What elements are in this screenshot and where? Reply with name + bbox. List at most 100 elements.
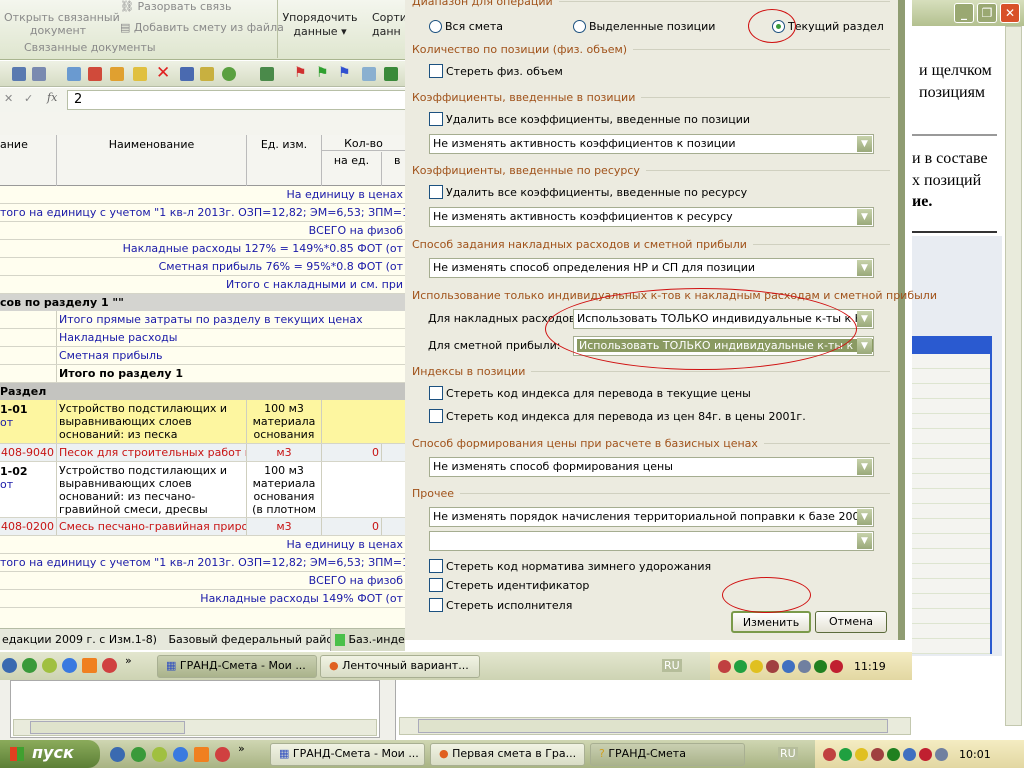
chevron-down-icon[interactable]: ▼: [857, 260, 872, 276]
app-icon[interactable]: [131, 747, 146, 762]
checkbox-erase-index-84[interactable]: Стереть код индекса для перевода из цен …: [429, 409, 806, 423]
table-row[interactable]: того на единицу с учетом "1 кв-л 2013г. …: [0, 204, 405, 222]
break-link-button[interactable]: ⛓ Разорвать связь: [120, 0, 232, 13]
open-linked-document-button[interactable]: Открыть связанный документ: [4, 11, 120, 37]
sort-button[interactable]: Сорти данн: [372, 11, 407, 39]
table-row[interactable]: Накладные расходы: [0, 329, 405, 347]
select-other[interactable]: ▼: [429, 531, 874, 551]
tray-icon[interactable]: [734, 659, 747, 673]
odnoklassniki-icon[interactable]: [194, 747, 209, 762]
table-row-item[interactable]: 1-02 от Устройство подстилающих и выравни…: [0, 462, 405, 518]
tray-icon[interactable]: [935, 747, 948, 761]
red-flag-icon[interactable]: ⚑: [294, 65, 307, 81]
task-firefox[interactable]: ● Ленточный вариант...: [320, 655, 480, 678]
tray-icon[interactable]: [798, 659, 811, 673]
binoculars-icon[interactable]: [12, 67, 26, 81]
select-nr-method[interactable]: Не изменять способ определения НР и СП д…: [429, 258, 874, 278]
checkbox-delete-res-coef[interactable]: Удалить все коэффициенты, введенные по р…: [429, 185, 747, 199]
table-row[interactable]: Сметная прибыль 76% = 95%*0.8 ФОТ (от: [0, 258, 405, 276]
app-icon[interactable]: [152, 747, 167, 762]
table-row[interactable]: ВСЕГО на физоб: [0, 572, 405, 590]
table-row-item[interactable]: 1-01 от Устройство подстилающих и выравни…: [0, 400, 405, 444]
function-icon[interactable]: fx: [47, 91, 57, 104]
add-estimate-from-file-button[interactable]: ▤ Добавить смету из файла: [120, 21, 284, 34]
green-flag-icon[interactable]: ⚑: [316, 65, 329, 81]
globe-icon[interactable]: [362, 67, 376, 81]
start-button[interactable]: пуск: [0, 740, 100, 768]
table-row[interactable]: Сметная прибыль: [0, 347, 405, 365]
chevron-down-icon[interactable]: ▼: [857, 533, 872, 549]
remove-row-icon[interactable]: [88, 67, 102, 81]
minimize-button[interactable]: _: [954, 3, 974, 23]
app-icon[interactable]: [110, 747, 125, 762]
select-res-coef[interactable]: Не изменять активность коэффициентов к р…: [429, 207, 874, 227]
vertical-scrollbar[interactable]: [1005, 26, 1022, 726]
close-button[interactable]: ✕: [1000, 3, 1020, 23]
table-row[interactable]: Итого по разделу 1: [0, 365, 405, 383]
language-indicator[interactable]: RU: [662, 659, 682, 672]
checkbox-erase-index-current[interactable]: Стереть код индекса для перевода в текущ…: [429, 386, 751, 400]
more-chevron-icon[interactable]: »: [238, 742, 245, 755]
folder-up-icon[interactable]: [200, 67, 214, 81]
odnoklassniki-icon[interactable]: [82, 658, 97, 673]
edit-icon[interactable]: [133, 67, 147, 81]
select-pos-coef[interactable]: Не изменять активность коэффициентов к п…: [429, 134, 874, 154]
tray-icon[interactable]: [718, 659, 731, 673]
section-total-row[interactable]: сов по разделу 1 "": [0, 294, 405, 312]
ie-icon[interactable]: [173, 747, 188, 762]
table-row[interactable]: ВСЕГО на физоб: [0, 222, 405, 240]
horizontal-scrollbar[interactable]: [13, 719, 377, 736]
antivirus-icon[interactable]: [830, 659, 843, 673]
insert-icon[interactable]: [110, 67, 124, 81]
checkbox-delete-pos-coef[interactable]: Удалить все коэффициенты, введенные по п…: [429, 112, 750, 126]
resource-row[interactable]: 408-0200 Смесь песчано-гравийная природ.…: [0, 518, 405, 536]
tray-icon[interactable]: [782, 659, 795, 673]
resource-row[interactable]: 408-9040 Песок для строительных работ п.…: [0, 444, 405, 462]
task-grand-smeta[interactable]: ▦ ГРАНД-Смета - Мои ...: [270, 743, 425, 766]
column-header-total[interactable]: в: [394, 154, 400, 167]
table-row[interactable]: На единицу в ценах: [0, 536, 405, 554]
chevron-down-icon[interactable]: ▼: [857, 209, 872, 225]
chevron-down-icon[interactable]: ▼: [857, 459, 872, 475]
confirm-edit-icon[interactable]: ✓: [24, 92, 33, 105]
task-firefox[interactable]: ● Первая смета в Гра...: [430, 743, 585, 766]
table-row[interactable]: Итого прямые затраты по разделу в текущи…: [0, 311, 405, 329]
tray-icon[interactable]: [823, 747, 836, 761]
app-icon[interactable]: [22, 658, 37, 673]
column-header-name[interactable]: Наименование: [57, 135, 247, 186]
select-price-method[interactable]: Не изменять способ формирования цены ▼: [429, 457, 874, 477]
restore-button[interactable]: ❐: [977, 3, 997, 23]
tray-icon[interactable]: [750, 659, 763, 673]
tray-icon[interactable]: [855, 747, 868, 761]
table-row[interactable]: На единицу в ценах: [0, 186, 405, 204]
delete-icon[interactable]: ✕: [156, 63, 170, 83]
task-grand-smeta-active[interactable]: ? ГРАНД-Смета: [590, 743, 745, 766]
clock[interactable]: 10:01: [959, 748, 991, 761]
app-icon[interactable]: [42, 658, 57, 673]
table-icon[interactable]: [67, 67, 81, 81]
scrollbar-thumb[interactable]: [418, 719, 888, 733]
cancel-edit-icon[interactable]: ✕: [4, 92, 13, 105]
chevron-down-icon[interactable]: ▼: [857, 509, 872, 525]
checkbox-erase-winter[interactable]: Стереть код норматива зимнего удорожания: [429, 559, 711, 573]
sort-data-button[interactable]: Упорядочить данные ▾: [282, 11, 358, 39]
player-icon[interactable]: [215, 747, 230, 762]
clock[interactable]: 11:19: [854, 660, 886, 673]
table-row[interactable]: того на единицу с учетом "1 кв-л 2013г. …: [0, 554, 405, 572]
app-icon[interactable]: [2, 658, 17, 673]
column-header-per-unit[interactable]: на ед.: [322, 152, 382, 186]
task-grand-smeta[interactable]: ▦ ГРАНД-Смета - Мои ...: [157, 655, 317, 678]
checkbox-erase-executor[interactable]: Стереть исполнителя: [429, 598, 572, 612]
checkbox-erase-id[interactable]: Стереть идентификатор: [429, 578, 589, 592]
blue-flag-icon[interactable]: ⚑: [338, 65, 351, 81]
more-chevron-icon[interactable]: »: [125, 654, 132, 667]
formula-input[interactable]: 2: [67, 90, 412, 110]
tray-icon[interactable]: [814, 659, 827, 673]
radio-selected-items[interactable]: Выделенные позиции: [573, 20, 715, 33]
chevron-down-icon[interactable]: ▼: [857, 136, 872, 152]
column-header-qty[interactable]: Кол-во: [322, 135, 405, 151]
tray-icon[interactable]: [766, 659, 779, 673]
ie-icon[interactable]: [62, 658, 77, 673]
table-row[interactable]: Итого с накладными и см. при: [0, 276, 405, 294]
apply-button[interactable]: Изменить: [731, 611, 811, 633]
